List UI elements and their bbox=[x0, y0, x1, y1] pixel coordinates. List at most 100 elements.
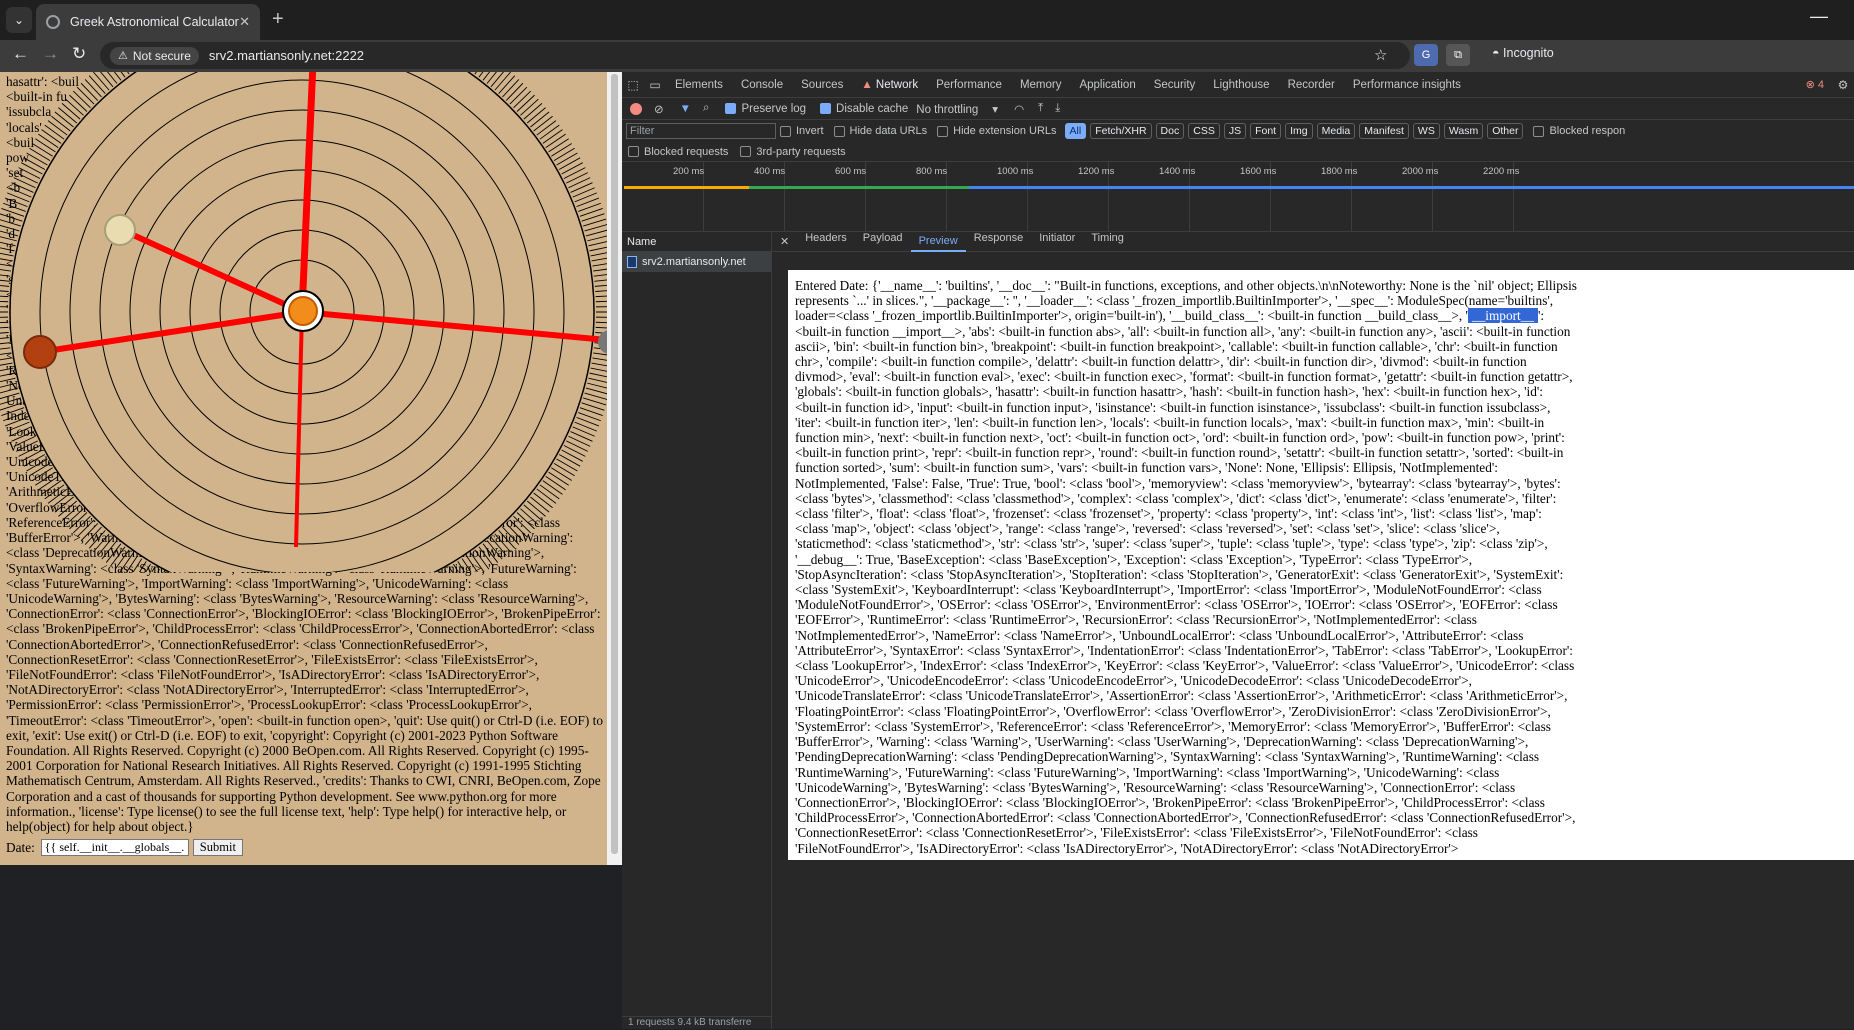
type-filter-js[interactable]: JS bbox=[1224, 123, 1246, 139]
type-filter-font[interactable]: Font bbox=[1250, 123, 1281, 139]
degree-tick bbox=[0, 235, 17, 241]
extensions-icon[interactable]: ⧉ bbox=[1446, 44, 1470, 66]
close-icon[interactable]: ✕ bbox=[239, 14, 250, 30]
filter-funnel-icon[interactable]: ▼ bbox=[680, 103, 691, 115]
devtools-tab-lighthouse[interactable]: Lighthouse bbox=[1204, 79, 1278, 91]
type-filter-other[interactable]: Other bbox=[1487, 123, 1523, 139]
degree-tick bbox=[546, 134, 566, 147]
devtools-tab-security[interactable]: Security bbox=[1145, 79, 1205, 91]
translate-icon[interactable]: G bbox=[1414, 44, 1438, 66]
tab-search-button[interactable]: ⌄ bbox=[6, 7, 32, 33]
type-filter-media[interactable]: Media bbox=[1317, 123, 1356, 139]
type-filter-fetchxhr[interactable]: Fetch/XHR bbox=[1090, 123, 1151, 139]
degree-tick bbox=[585, 393, 607, 400]
degree-tick bbox=[0, 295, 8, 296]
third-party-label: 3rd-party requests bbox=[756, 146, 845, 158]
third-party-toggle[interactable]: 3rd-party requests bbox=[740, 146, 845, 158]
degree-tick bbox=[0, 268, 11, 271]
preserve-log-toggle[interactable]: Preserve log bbox=[725, 103, 806, 115]
devtools-tab-memory[interactable]: Memory bbox=[1011, 79, 1071, 91]
degree-tick bbox=[81, 523, 98, 540]
hide-extension-urls-label: Hide extension URLs bbox=[953, 125, 1056, 137]
date-input[interactable] bbox=[41, 839, 189, 856]
forward-icon[interactable]: → bbox=[42, 44, 59, 64]
back-icon[interactable]: ← bbox=[12, 44, 29, 64]
bookmark-star-icon[interactable]: ☆ bbox=[1374, 46, 1387, 64]
clear-icon[interactable]: ⊘ bbox=[654, 102, 664, 116]
degree-tick bbox=[0, 290, 9, 292]
degree-tick bbox=[564, 168, 585, 179]
filter-bar-2: Blocked requests 3rd-party requests bbox=[622, 142, 1854, 162]
devtools-tab-performance-insights[interactable]: Performance insights bbox=[1344, 79, 1470, 91]
response-preview: Entered Date: {'__name__': 'builtins', '… bbox=[788, 270, 1854, 860]
detail-tab-initiator[interactable]: Initiator bbox=[1031, 232, 1083, 252]
degree-tick bbox=[73, 91, 90, 108]
search-icon[interactable]: ⌕ bbox=[703, 102, 709, 115]
detail-tab-preview[interactable]: Preview bbox=[911, 232, 966, 252]
security-chip[interactable]: ⚠Not secure bbox=[110, 47, 199, 65]
address-bar[interactable]: ⚠Not secure srv2.martiansonly.net:2222 bbox=[100, 42, 1410, 69]
detail-tab-headers[interactable]: Headers bbox=[797, 232, 855, 252]
hide-data-urls-toggle[interactable]: Hide data URLs bbox=[834, 125, 928, 137]
disable-cache-toggle[interactable]: Disable cache bbox=[820, 103, 908, 115]
devtools-tab-application[interactable]: Application bbox=[1070, 79, 1144, 91]
checkbox-checked-icon bbox=[725, 103, 736, 114]
devtools-tab-recorder[interactable]: Recorder bbox=[1279, 79, 1344, 91]
devtools-tab-sources[interactable]: Sources bbox=[792, 79, 852, 91]
new-tab-button[interactable]: + bbox=[272, 8, 284, 31]
devtools-tab-console[interactable]: Console bbox=[732, 79, 792, 91]
url-text[interactable]: srv2.martiansonly.net:2222 bbox=[209, 48, 364, 63]
devtools-tab-network[interactable]: ▲ Network bbox=[852, 79, 927, 91]
hide-extension-urls-toggle[interactable]: Hide extension URLs bbox=[937, 125, 1056, 137]
settings-icon[interactable]: ⚙ bbox=[1832, 78, 1854, 92]
blocked-response-toggle[interactable]: Blocked respon bbox=[1533, 125, 1625, 137]
degree-tick bbox=[85, 527, 101, 545]
degree-tick bbox=[24, 158, 45, 170]
detail-tab-response[interactable]: Response bbox=[966, 232, 1032, 252]
filter-input[interactable]: Filter bbox=[626, 123, 776, 139]
network-conditions-icon[interactable]: ◠ bbox=[1014, 102, 1024, 116]
request-row[interactable]: srv2.martiansonly.net bbox=[622, 252, 771, 272]
type-filter-img[interactable]: Img bbox=[1285, 123, 1313, 139]
scrollbar-thumb[interactable] bbox=[611, 74, 618, 854]
import-har-icon[interactable]: ⤒ bbox=[1038, 102, 1043, 115]
type-filter-all[interactable]: All bbox=[1065, 123, 1087, 139]
detail-tab-payload[interactable]: Payload bbox=[855, 232, 911, 252]
type-filter-css[interactable]: CSS bbox=[1188, 123, 1220, 139]
type-filter-wasm[interactable]: Wasm bbox=[1444, 123, 1483, 139]
minimize-icon[interactable]: — bbox=[1810, 6, 1828, 27]
reload-icon[interactable]: ↻ bbox=[72, 44, 86, 64]
detail-tab-timing[interactable]: Timing bbox=[1083, 232, 1132, 252]
timeline-tick-label: 2000 ms bbox=[1402, 166, 1438, 177]
degree-tick bbox=[593, 353, 607, 356]
devtools-tab-label: Application bbox=[1079, 79, 1135, 91]
error-badge[interactable]: ⊗ 4 bbox=[1806, 78, 1824, 91]
type-filter-manifest[interactable]: Manifest bbox=[1359, 123, 1409, 139]
type-filter-doc[interactable]: Doc bbox=[1156, 123, 1185, 139]
submit-button[interactable]: Submit bbox=[193, 839, 243, 856]
degree-tick bbox=[591, 368, 607, 373]
type-filter-ws[interactable]: WS bbox=[1413, 123, 1440, 139]
browser-tab[interactable]: Greek Astronomical Calculator ✕ bbox=[36, 4, 260, 40]
throttling-select[interactable]: No throttling▾ bbox=[916, 102, 998, 116]
devtools-tab-label: Lighthouse bbox=[1213, 79, 1269, 91]
export-har-icon[interactable]: ⤓ bbox=[1055, 102, 1060, 115]
degree-tick bbox=[9, 188, 31, 197]
profile-button[interactable]: ◓ Incognito bbox=[1492, 46, 1554, 60]
device-toolbar-icon[interactable]: ▭ bbox=[644, 78, 666, 92]
devtools-tab-elements[interactable]: Elements bbox=[666, 79, 732, 91]
network-toolbar: ⊘ ▼ ⌕ Preserve log Disable cache No thro… bbox=[622, 98, 1854, 120]
inspect-icon[interactable]: ⬚ bbox=[622, 78, 644, 92]
degree-tick bbox=[55, 112, 74, 127]
close-icon[interactable]: ✕ bbox=[772, 235, 797, 248]
name-column-header[interactable]: Name bbox=[622, 232, 771, 252]
network-overview-timeline[interactable]: 200 ms400 ms600 ms800 ms1000 ms1200 ms14… bbox=[622, 162, 1854, 232]
degree-tick bbox=[527, 108, 545, 123]
invert-toggle[interactable]: Invert bbox=[780, 125, 824, 137]
page-scrollbar[interactable] bbox=[607, 72, 622, 865]
degree-tick bbox=[596, 295, 607, 296]
blocked-requests-toggle[interactable]: Blocked requests bbox=[628, 146, 728, 158]
devtools-tab-performance[interactable]: Performance bbox=[927, 79, 1011, 91]
degree-tick bbox=[506, 83, 523, 100]
record-icon[interactable] bbox=[630, 103, 642, 115]
